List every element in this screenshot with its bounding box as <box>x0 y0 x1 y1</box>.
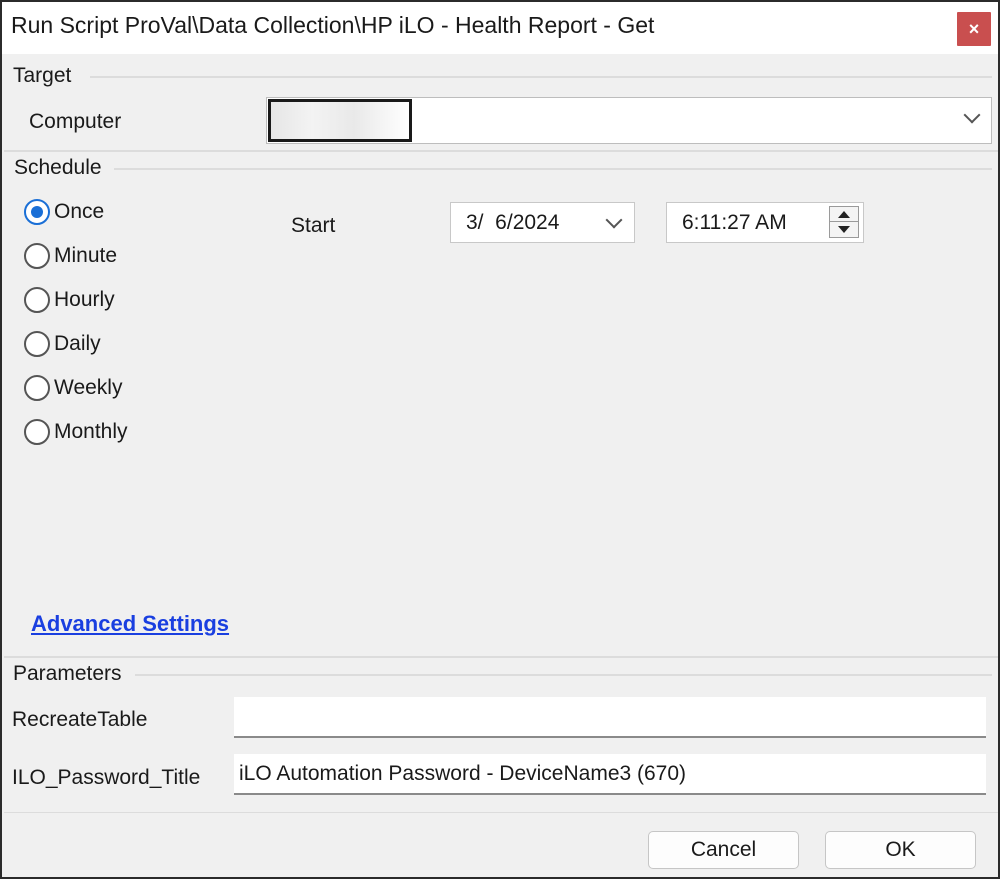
radio-button[interactable] <box>24 287 50 313</box>
ilo-password-title-label: ILO_Password_Title <box>12 766 201 789</box>
ilo-password-title-input[interactable] <box>234 754 986 795</box>
arrow-up-icon <box>838 210 850 218</box>
start-time-value: 6:11:27 AM <box>682 210 787 234</box>
schedule-section-label: Schedule <box>14 156 102 179</box>
arrow-down-icon <box>838 226 850 233</box>
radio-minute[interactable]: Minute <box>24 243 117 269</box>
radio-button[interactable] <box>24 331 50 357</box>
parameters-section-label: Parameters <box>13 662 122 685</box>
recreate-table-input[interactable] <box>234 697 986 738</box>
spin-down-button[interactable] <box>830 222 858 237</box>
run-script-dialog: Run Script ProVal\Data Collection\HP iLO… <box>0 0 1000 879</box>
radio-hourly-label: Hourly <box>54 288 115 311</box>
radio-monthly-label: Monthly <box>54 420 128 443</box>
parameters-divider <box>135 674 992 676</box>
radio-button[interactable] <box>24 419 50 445</box>
advanced-settings-link[interactable]: Advanced Settings <box>31 611 229 637</box>
radio-button[interactable] <box>24 243 50 269</box>
target-divider <box>90 76 992 78</box>
schedule-top-divider <box>4 150 998 152</box>
radio-monthly[interactable]: Monthly <box>24 419 128 445</box>
footer-divider <box>4 812 998 813</box>
radio-minute-label: Minute <box>54 244 118 267</box>
ok-button[interactable]: OK <box>825 831 976 869</box>
redacted-computer-name <box>268 99 412 142</box>
radio-once-label: Once <box>54 200 105 223</box>
radio-button[interactable] <box>24 375 50 401</box>
computer-label: Computer <box>29 110 122 133</box>
target-section-label: Target <box>13 64 72 87</box>
radio-once[interactable]: Once <box>24 199 104 225</box>
chevron-down-icon[interactable] <box>605 211 623 229</box>
radio-button-checked[interactable] <box>24 199 50 225</box>
start-date-picker[interactable]: 3/ 6/2024 <box>450 202 635 243</box>
parameters-top-divider <box>4 656 998 658</box>
radio-weekly-label: Weekly <box>54 376 123 399</box>
start-date-value: 3/ 6/2024 <box>466 210 560 234</box>
close-button[interactable]: × <box>957 12 991 46</box>
radio-weekly[interactable]: Weekly <box>24 375 122 401</box>
cancel-button[interactable]: Cancel <box>648 831 799 869</box>
title-bar: Run Script ProVal\Data Collection\HP iLO… <box>2 2 998 54</box>
dialog-title: Run Script ProVal\Data Collection\HP iLO… <box>11 12 655 38</box>
close-icon: × <box>968 18 980 39</box>
radio-daily-label: Daily <box>54 332 101 355</box>
start-label: Start <box>291 214 336 237</box>
start-time-picker[interactable]: 6:11:27 AM <box>666 202 864 243</box>
recreate-table-label: RecreateTable <box>12 708 148 731</box>
chevron-down-icon <box>963 106 981 124</box>
schedule-divider <box>114 168 992 170</box>
time-spinner[interactable] <box>829 206 859 238</box>
spin-up-button[interactable] <box>830 207 858 222</box>
radio-hourly[interactable]: Hourly <box>24 287 115 313</box>
radio-daily[interactable]: Daily <box>24 331 101 357</box>
